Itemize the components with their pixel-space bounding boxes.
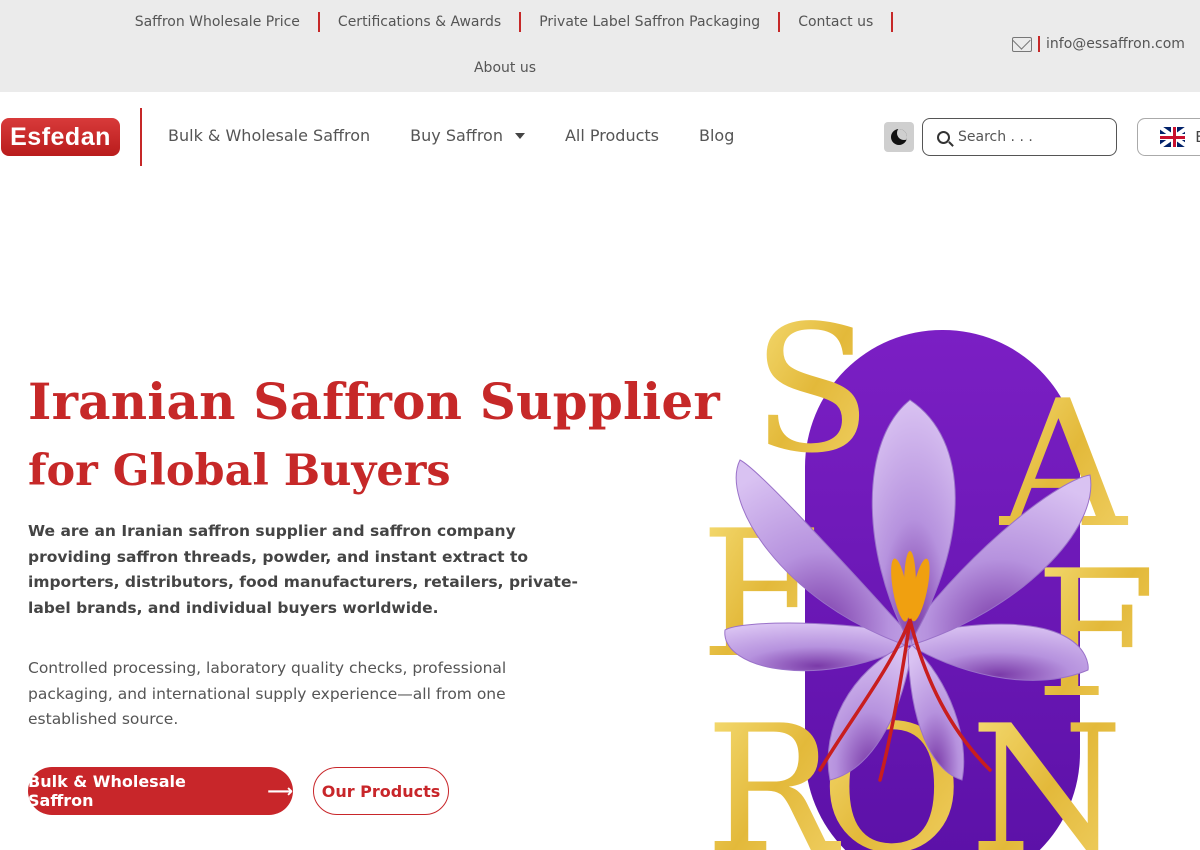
top-email-link[interactable]: info@essaffron.com — [1012, 36, 1185, 52]
top-link-private-label[interactable]: Private Label Saffron Packaging — [521, 12, 781, 32]
dark-mode-toggle[interactable] — [884, 122, 914, 152]
menu-item-label: Buy Saffron — [410, 126, 503, 145]
top-link-wholesale-price[interactable]: Saffron Wholesale Price — [117, 12, 320, 32]
search-box[interactable] — [922, 118, 1117, 156]
email-separator — [1038, 36, 1040, 52]
top-bar: Saffron Wholesale Price Certifications &… — [0, 0, 1200, 92]
hero-subtitle: for Global Buyers — [28, 446, 451, 496]
menu-item-label: All Products — [564, 126, 659, 145]
bulk-wholesale-button[interactable]: Bulk & Wholesale Saffron ⟶ — [28, 767, 293, 815]
envelope-icon — [1012, 36, 1032, 52]
logo-divider — [140, 108, 142, 166]
language-label: EN — [1195, 128, 1200, 146]
menu-item-label: Blog — [699, 126, 735, 145]
search-input[interactable] — [958, 129, 1098, 145]
moon-icon — [891, 129, 907, 145]
menu-item-all-products[interactable]: All Products — [565, 126, 659, 145]
top-link-contact[interactable]: Contact us — [780, 12, 894, 32]
menu-item-blog[interactable]: Blog — [699, 126, 734, 145]
button-label: Bulk & Wholesale Saffron — [28, 772, 186, 810]
logo[interactable]: Esfedan — [1, 118, 120, 156]
top-links: Saffron Wholesale Price Certifications &… — [110, 12, 900, 78]
letter-s: S — [752, 300, 872, 492]
language-selector[interactable]: EN — [1137, 118, 1200, 156]
main-nav: Esfedan Bulk & Wholesale Saffron Buy Saf… — [0, 92, 1200, 182]
menu-item-buy-saffron[interactable]: Buy Saffron — [410, 126, 525, 145]
arrow-right-icon: ⟶ — [267, 780, 293, 802]
hero-intro: We are an Iranian saffron supplier and s… — [28, 522, 578, 617]
top-link-certifications[interactable]: Certifications & Awards — [320, 12, 522, 32]
search-icon — [937, 130, 950, 144]
hero-detail: Controlled processing, laboratory qualit… — [28, 659, 507, 728]
main-menu: Bulk & Wholesale Saffron Buy Saffron All… — [168, 126, 774, 145]
email-address: info@essaffron.com — [1046, 36, 1185, 52]
saffron-flower-illustration: S A F F R O N — [700, 300, 1156, 850]
uk-flag-icon — [1160, 127, 1186, 147]
chevron-down-icon — [514, 132, 525, 139]
our-products-button[interactable]: Our Products — [313, 767, 449, 815]
hero-title: Iranian Saffron Supplier — [28, 372, 720, 431]
menu-item-bulk-wholesale[interactable]: Bulk & Wholesale Saffron — [168, 126, 370, 145]
menu-item-label: Bulk & Wholesale Saffron — [168, 126, 371, 145]
top-link-about[interactable]: About us — [456, 58, 554, 78]
letter-n: N — [970, 689, 1123, 850]
